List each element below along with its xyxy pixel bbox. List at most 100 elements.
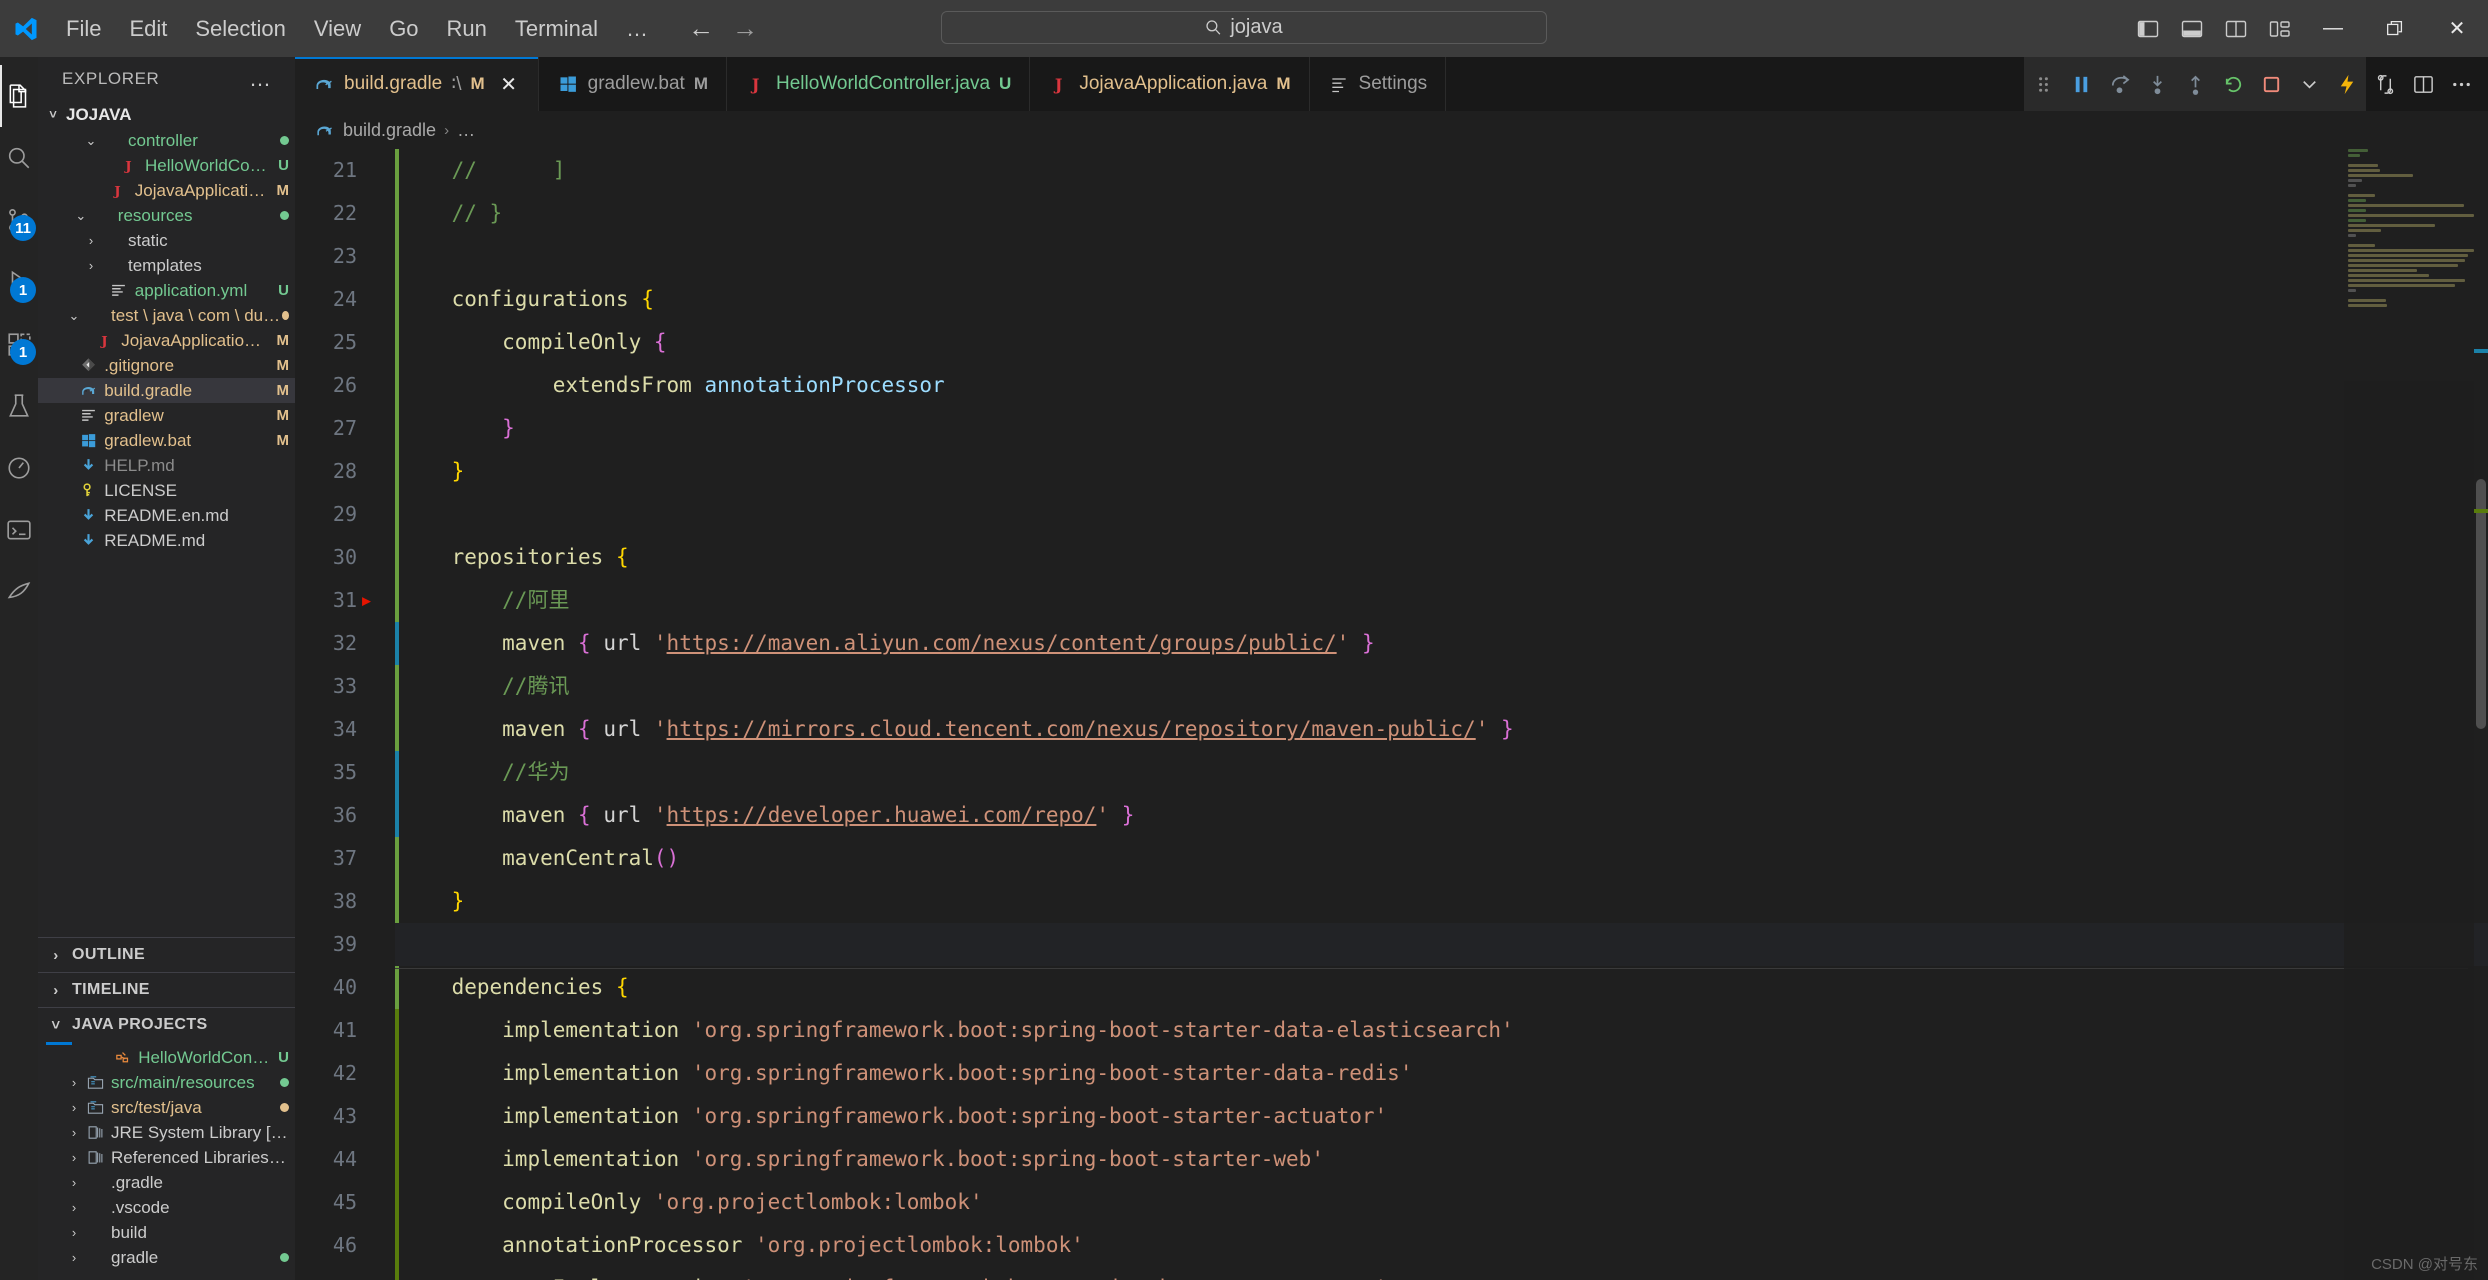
line-number[interactable]: 29	[295, 493, 373, 536]
code-line[interactable]: // ]	[395, 149, 2488, 192]
step-over-icon[interactable]	[2100, 57, 2138, 111]
java-project-item-row[interactable]: › .gradle	[38, 1170, 295, 1195]
chevron-right-icon[interactable]: ›	[65, 1125, 83, 1140]
file-tree-item-row[interactable]: J HelloWorldController.... U	[38, 153, 295, 178]
line-number[interactable]: 30	[295, 536, 373, 579]
chevron-right-icon[interactable]: ›	[46, 947, 66, 964]
menu-selection[interactable]: Selection	[181, 0, 300, 57]
code-editor[interactable]: 21 22 23 24 25 26 27 28 29 30 31 ▶ 32 33 34 35 36 37 38 39 4…	[295, 149, 2488, 1280]
chevron-down-icon[interactable]: ⌄	[72, 208, 90, 224]
activity-item-remote-explorer[interactable]	[0, 499, 38, 561]
activity-item-testing[interactable]	[0, 375, 38, 437]
vertical-scrollbar[interactable]	[2474, 149, 2488, 1280]
activity-item-maven[interactable]	[0, 561, 38, 623]
pause-icon[interactable]	[2062, 57, 2100, 111]
line-number[interactable]: 22	[295, 192, 373, 235]
code-line[interactable]: dependencies {	[395, 966, 2488, 1009]
line-number[interactable]: 37	[295, 837, 373, 880]
project-root-row[interactable]: ˅ JOJAVA	[38, 101, 295, 128]
fold-gutter[interactable]	[373, 149, 395, 1280]
code-line[interactable]: mavenCentral()	[395, 837, 2488, 880]
line-number[interactable]: 36	[295, 794, 373, 837]
java-project-item-row[interactable]: › src/test/java	[38, 1095, 295, 1120]
minimize-button[interactable]: —	[2302, 0, 2364, 57]
tab-build-gradle[interactable]: build.gradle ∶\ M ✕	[295, 57, 539, 111]
file-tree-item-row[interactable]: gradlew.bat M	[38, 428, 295, 453]
java-project-item-row[interactable]: › src/main/resources	[38, 1070, 295, 1095]
sidebar-more-actions-button[interactable]: …	[249, 66, 273, 92]
menu-view[interactable]: View	[300, 0, 375, 57]
code-line[interactable]: implementation 'org.springframework.boot…	[395, 1138, 2488, 1181]
sidebar-section-timeline[interactable]: › TIMELINE	[38, 972, 295, 1007]
code-line[interactable]	[395, 493, 2488, 536]
file-tree-item-row[interactable]: gradlew M	[38, 403, 295, 428]
line-number[interactable]: 39	[295, 923, 373, 966]
close-icon[interactable]: ✕	[498, 72, 520, 97]
code-line[interactable]: maven { url 'https://developer.huawei.co…	[395, 794, 2488, 837]
menu-file[interactable]: File	[52, 0, 115, 57]
code-line[interactable]: compileOnly {	[395, 321, 2488, 364]
file-tree-item-row[interactable]: › static	[38, 228, 295, 253]
drag-handle-icon[interactable]	[2024, 57, 2062, 111]
code-line[interactable]	[395, 923, 2488, 966]
line-number[interactable]: 27	[295, 407, 373, 450]
file-tree-item-row[interactable]: HELP.md	[38, 453, 295, 478]
toggle-secondary-sidebar-icon[interactable]	[2214, 0, 2258, 57]
file-tree-item-row[interactable]: ⌄ resources	[38, 203, 295, 228]
restore-button[interactable]	[2364, 0, 2426, 57]
activity-item-run-and-debug[interactable]: 1	[0, 251, 38, 313]
menu-terminal[interactable]: Terminal	[501, 0, 612, 57]
go-back-icon[interactable]: ←	[684, 13, 718, 44]
line-number[interactable]: 24	[295, 278, 373, 321]
chevron-right-icon[interactable]: ›	[65, 1100, 83, 1115]
file-tree-item-row[interactable]: .gitignore M	[38, 353, 295, 378]
chevron-down-icon[interactable]: ˅	[46, 1017, 66, 1034]
code-line[interactable]: //腾讯	[395, 665, 2488, 708]
java-project-item-row[interactable]: › JRE System Library [JavaS...	[38, 1120, 295, 1145]
line-number[interactable]: 23	[295, 235, 373, 278]
tab-settings[interactable]: Settings	[1309, 57, 1447, 111]
chevron-down-icon[interactable]: ˅	[44, 107, 62, 122]
toggle-primary-sidebar-icon[interactable]	[2126, 0, 2170, 57]
close-button[interactable]: ✕	[2426, 0, 2488, 57]
file-tree-item-row[interactable]: README.en.md	[38, 503, 295, 528]
code-line[interactable]: configurations {	[395, 278, 2488, 321]
tab-helloworldcontroller-java[interactable]: J HelloWorldController.java U	[727, 57, 1031, 111]
scrollbar-thumb[interactable]	[2476, 479, 2486, 729]
step-out-icon[interactable]	[2176, 57, 2214, 111]
java-project-item-row[interactable]: › build	[38, 1220, 295, 1245]
line-number[interactable]: 44	[295, 1138, 373, 1181]
menu-go[interactable]: Go	[375, 0, 432, 57]
go-forward-icon[interactable]: →	[728, 13, 762, 44]
code-line[interactable]: // }	[395, 192, 2488, 235]
file-tree-item-row[interactable]: application.yml U	[38, 278, 295, 303]
code-line[interactable]	[395, 235, 2488, 278]
restart-icon[interactable]	[2214, 57, 2252, 111]
code-line[interactable]: //阿里	[395, 579, 2488, 622]
chevron-right-icon[interactable]: ›	[65, 1075, 83, 1090]
menu-run[interactable]: Run	[433, 0, 501, 57]
split-editor-icon[interactable]	[2404, 57, 2442, 111]
stop-icon[interactable]	[2252, 57, 2290, 111]
line-number[interactable]: 47	[295, 1267, 373, 1280]
java-project-item-row[interactable]: › gradle	[38, 1245, 295, 1270]
line-number[interactable]: 34	[295, 708, 373, 751]
breadcrumb-file[interactable]: build.gradle	[343, 120, 436, 141]
file-tree-item-row[interactable]: ⌄ controller	[38, 128, 295, 153]
code-line[interactable]: repositories {	[395, 536, 2488, 579]
chevron-right-icon[interactable]: ›	[65, 1175, 83, 1190]
chevron-right-icon[interactable]: ›	[65, 1200, 83, 1215]
menu-edit[interactable]: Edit	[115, 0, 181, 57]
lightning-icon[interactable]	[2328, 57, 2366, 111]
file-tree-item-row[interactable]: LICENSE	[38, 478, 295, 503]
file-tree[interactable]: ⌄ controller J HelloWorldController.... U J…	[38, 128, 295, 937]
java-project-item-row[interactable]: › .vscode	[38, 1195, 295, 1220]
activity-item-spring-boot-dashboard[interactable]	[0, 437, 38, 499]
code-line[interactable]: implementation 'org.springframework.boot…	[395, 1052, 2488, 1095]
sidebar-section-outline[interactable]: › OUTLINE	[38, 937, 295, 972]
activity-item-search[interactable]	[0, 127, 38, 189]
fork-icon[interactable]	[2366, 57, 2404, 111]
activity-item-source-control[interactable]: 11	[0, 189, 38, 251]
line-number[interactable]: 38	[295, 880, 373, 923]
toggle-panel-icon[interactable]	[2170, 0, 2214, 57]
